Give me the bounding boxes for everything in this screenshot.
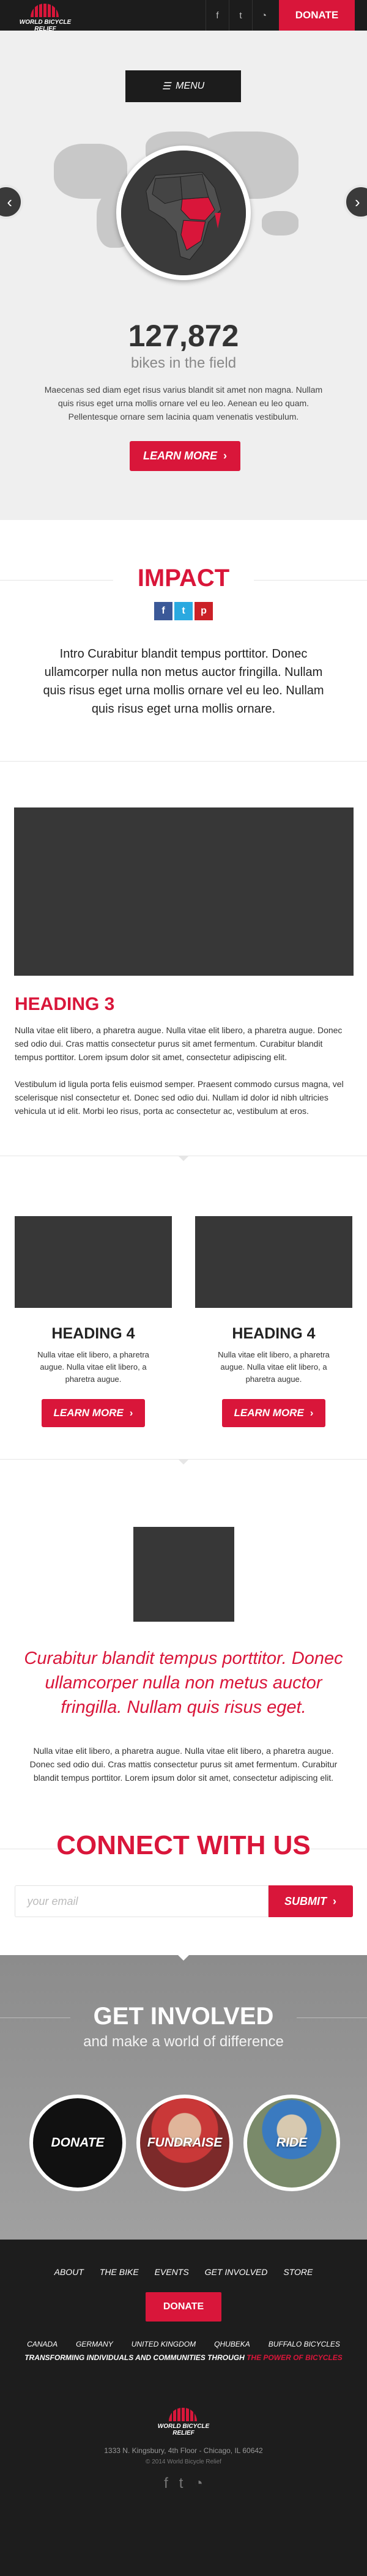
tagline-end: the power of bicycles [247, 2353, 343, 2362]
hero-description: Maecenas sed diam eget risus varius blan… [44, 385, 323, 421]
feature-column: Heading 4 Nulla vitae elit libero, a pha… [195, 1216, 352, 1427]
get-involved-subtitle: and make a world of difference [83, 2033, 284, 2050]
quote-paragraph: Nulla vitae elit libero, a pharetra augu… [29, 1746, 338, 1783]
footer: About The Bike Events Get Involved Store… [0, 2240, 367, 2576]
footer-social-icons: f t ◔ [0, 2475, 367, 2492]
logo[interactable]: WORLD BICYCLE RELIEF [9, 4, 82, 32]
country-links: Canada Germany United Kingdom Qhubeka Bu… [0, 2340, 367, 2348]
impact-header: Impact [0, 562, 367, 598]
get-involved-section: Get Involved and make a world of differe… [0, 1955, 367, 2240]
column-text: Nulla vitae elit libero, a pharetra augu… [37, 1350, 149, 1384]
country-link-buffalo[interactable]: Buffalo Bicycles [269, 2340, 340, 2348]
hero-learn-more-label: Learn More [143, 450, 217, 462]
twitter-icon[interactable]: t [229, 0, 252, 31]
hamburger-icon: ☰ [161, 81, 171, 92]
rss-icon[interactable]: ◔ [252, 0, 275, 31]
footer-nav-about[interactable]: About [54, 2267, 84, 2277]
column-text: Nulla vitae elit libero, a pharetra augu… [218, 1350, 330, 1384]
menu-button[interactable]: ☰ MENU [125, 70, 241, 102]
footer-copyright: © 2014 World Bicycle Relief [146, 2459, 221, 2465]
twitter-share-icon[interactable]: t [174, 602, 193, 620]
column-heading: Heading 4 [232, 1325, 316, 1342]
column-image-placeholder [195, 1216, 352, 1308]
submit-label: Submit [284, 1895, 327, 1907]
footer-donate-button[interactable]: Donate [146, 2292, 221, 2322]
connect-title: Connect with us [56, 1830, 311, 1860]
country-link-canada[interactable]: Canada [27, 2340, 57, 2348]
column-learn-more-button[interactable]: Learn More › [221, 1399, 326, 1427]
footer-nav-events[interactable]: Events [155, 2267, 189, 2277]
footer-tagline: Transforming individuals and communities… [0, 2353, 367, 2362]
facebook-icon[interactable]: f [206, 0, 229, 31]
column-heading: Heading 4 [51, 1325, 135, 1342]
menu-label: MENU [176, 81, 205, 91]
button-label: Learn More [53, 1407, 124, 1419]
impact-intro: Intro Curabitur blandit tempus porttitor… [43, 647, 324, 716]
logo-wheel-icon [31, 4, 59, 17]
pull-quote: Curabitur blandit tempus porttitor. Done… [24, 1649, 343, 1717]
ride-circle-button[interactable]: Ride [243, 2095, 340, 2191]
hero-section: ☰ MENU ‹ › 127,872 bikes in the field Ma… [0, 31, 367, 520]
facebook-icon[interactable]: f [164, 2475, 168, 2492]
email-input[interactable]: your email [14, 1885, 269, 1917]
paragraph-2: Vestibulum id ligula porta felis euismod… [15, 1079, 344, 1116]
heading-3: Heading 3 [15, 994, 115, 1014]
divider [0, 1459, 367, 1464]
top-bar: WORLD BICYCLE RELIEF f t ◔ Donate [0, 0, 367, 32]
footer-nav: About The Bike Events Get Involved Store [0, 2267, 367, 2277]
footer-nav-the-bike[interactable]: The Bike [100, 2267, 139, 2277]
connect-header: Connect with us [0, 1830, 367, 1872]
rss-icon[interactable]: ◔ [194, 2475, 203, 2492]
footer-address: 1333 N. Kingsbury, 4th Floor - Chicago, … [104, 2446, 263, 2455]
donate-circle-button[interactable]: Donate [29, 2095, 126, 2191]
carousel-next-arrow[interactable]: › [344, 185, 367, 219]
paragraph-1: Nulla vitae elit libero, a pharetra augu… [15, 1025, 343, 1062]
chevron-right-icon: › [223, 450, 227, 462]
feature-columns: Heading 4 Nulla vitae elit libero, a pha… [0, 1216, 367, 1427]
header-social-icons: f t ◔ [206, 0, 275, 31]
quote-image-placeholder [133, 1527, 234, 1622]
footer-nav-get-involved[interactable]: Get Involved [205, 2267, 268, 2277]
chevron-right-icon: › [310, 1407, 314, 1419]
feature-image-placeholder [13, 807, 354, 976]
column-image-placeholder [15, 1216, 172, 1308]
twitter-icon[interactable]: t [179, 2475, 184, 2492]
feature-column: Heading 4 Nulla vitae elit libero, a pha… [15, 1216, 172, 1427]
logo-wheel-icon [169, 2408, 197, 2421]
involvement-options: Donate Fundraise Ride [29, 2095, 340, 2191]
pinterest-share-icon[interactable]: p [195, 602, 213, 620]
tagline-start: Transforming individuals and communities… [24, 2353, 245, 2362]
chevron-right-icon: › [333, 1895, 336, 1907]
footer-nav-store[interactable]: Store [283, 2267, 313, 2277]
country-link-germany[interactable]: Germany [76, 2340, 113, 2348]
facebook-share-icon[interactable]: f [154, 602, 172, 620]
newsletter-form: your email Submit › [14, 1885, 353, 1917]
bikes-count-label: bikes in the field [130, 355, 237, 371]
donate-circle-label: Donate [51, 2136, 105, 2150]
chevron-right-icon: › [129, 1407, 133, 1419]
carousel-prev-arrow[interactable]: ‹ [0, 185, 23, 219]
footer-logo-text: WORLD BICYCLE RELIEF [157, 2423, 210, 2437]
header-donate-button[interactable]: Donate [279, 0, 355, 31]
footer-logo[interactable]: WORLD BICYCLE RELIEF [147, 2408, 220, 2437]
africa-map-circle[interactable] [116, 146, 251, 280]
bikes-count: 127,872 [128, 319, 239, 353]
fundraise-circle-label: Fundraise [147, 2136, 223, 2150]
column-learn-more-button[interactable]: Learn More › [41, 1399, 146, 1427]
get-involved-title: Get Involved [93, 2003, 274, 2030]
country-link-qhubeka[interactable]: Qhubeka [214, 2340, 250, 2348]
share-icons: f t p [0, 602, 367, 620]
submit-button[interactable]: Submit › [268, 1885, 353, 1917]
impact-title: Impact [137, 565, 230, 592]
ride-circle-label: Ride [276, 2136, 308, 2150]
hero-learn-more-button[interactable]: Learn More › [130, 441, 240, 471]
country-link-uk[interactable]: United Kingdom [132, 2340, 196, 2348]
button-label: Learn More [234, 1407, 304, 1419]
fundraise-circle-button[interactable]: Fundraise [136, 2095, 233, 2191]
